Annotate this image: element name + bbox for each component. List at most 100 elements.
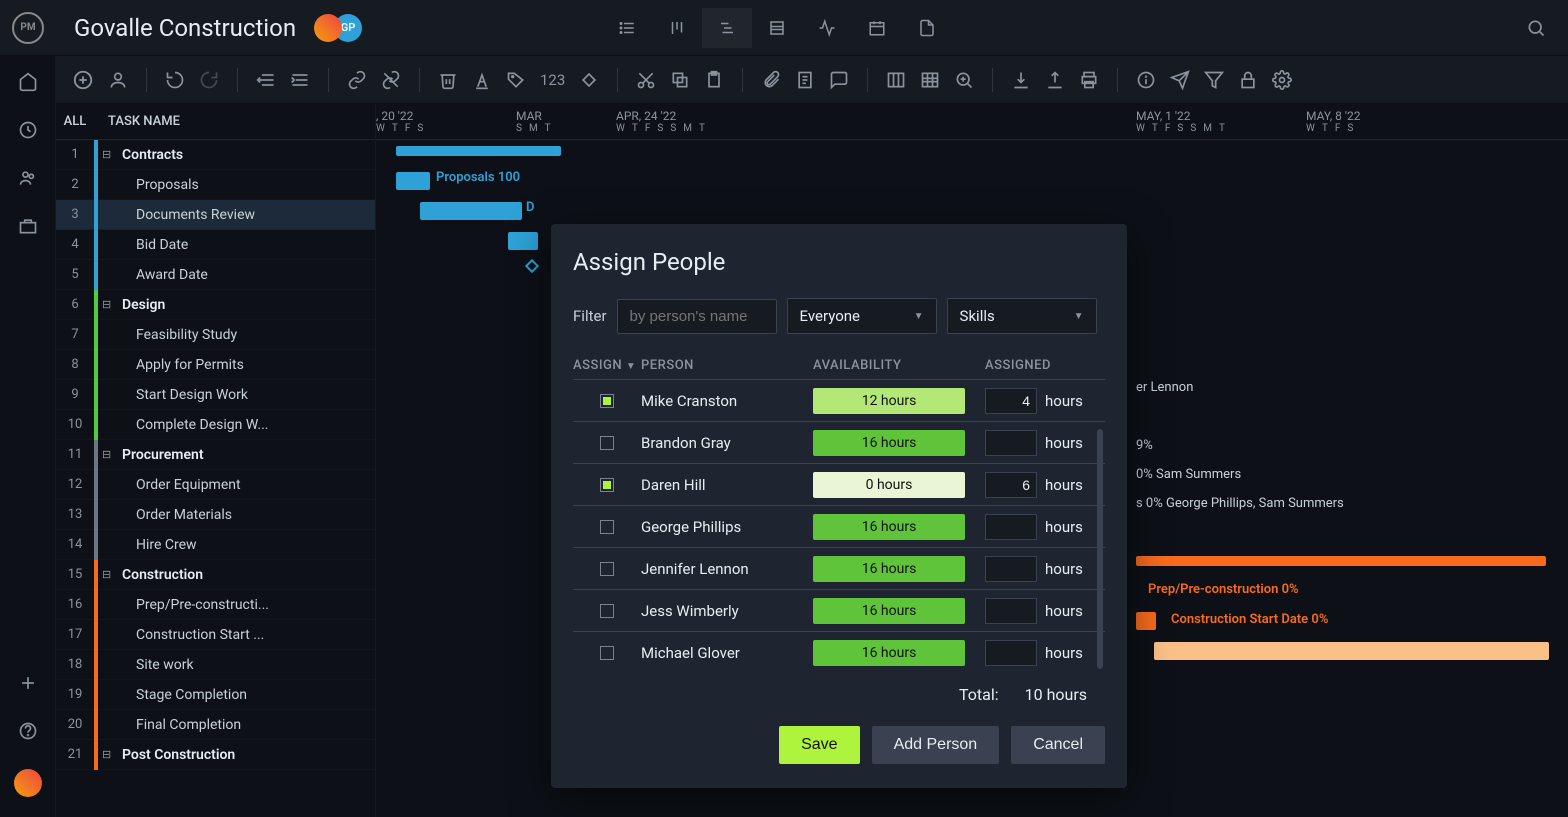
- home-icon[interactable]: [18, 72, 38, 92]
- gantt-bar[interactable]: [1154, 642, 1549, 660]
- gantt-bar[interactable]: [420, 202, 522, 220]
- task-row[interactable]: 15⊟Construction: [56, 560, 375, 590]
- person-icon[interactable]: [108, 70, 128, 90]
- col-assigned[interactable]: ASSIGNED: [985, 358, 1105, 373]
- print-icon[interactable]: [1079, 70, 1099, 90]
- redo-icon[interactable]: [199, 70, 219, 90]
- task-row[interactable]: 9Start Design Work: [56, 380, 375, 410]
- view-calendar-icon[interactable]: [852, 8, 902, 48]
- undo-icon[interactable]: [165, 70, 185, 90]
- task-row[interactable]: 3Documents Review: [56, 200, 375, 230]
- expand-icon[interactable]: ⊟: [102, 748, 116, 761]
- task-row[interactable]: 13Order Materials: [56, 500, 375, 530]
- assign-checkbox[interactable]: [600, 436, 614, 450]
- task-row[interactable]: 6⊟Design: [56, 290, 375, 320]
- gantt-bar[interactable]: [1136, 612, 1156, 630]
- expand-icon[interactable]: ⊟: [102, 568, 116, 581]
- search-icon[interactable]: [1516, 18, 1556, 38]
- cut-icon[interactable]: [636, 70, 656, 90]
- hours-input[interactable]: [985, 514, 1037, 540]
- col-assign[interactable]: ASSIGN ▼: [573, 358, 641, 373]
- columns-icon[interactable]: [886, 70, 906, 90]
- avatar-icon[interactable]: [314, 14, 342, 42]
- attach-icon[interactable]: [761, 70, 781, 90]
- assign-checkbox[interactable]: [600, 394, 614, 408]
- app-logo[interactable]: PM: [12, 12, 44, 44]
- hours-input[interactable]: [985, 598, 1037, 624]
- assign-checkbox[interactable]: [600, 604, 614, 618]
- hours-input[interactable]: [985, 388, 1037, 414]
- avatar-group[interactable]: GP: [314, 14, 362, 42]
- diamond-icon[interactable]: [579, 70, 599, 90]
- unlink-icon[interactable]: [381, 70, 401, 90]
- task-row[interactable]: 10Complete Design W...: [56, 410, 375, 440]
- trash-icon[interactable]: [438, 70, 458, 90]
- people-icon[interactable]: [18, 168, 38, 188]
- task-row[interactable]: 16Prep/Pre-constructi...: [56, 590, 375, 620]
- view-sheet-icon[interactable]: [752, 8, 802, 48]
- assign-checkbox[interactable]: [600, 646, 614, 660]
- filter-everyone-select[interactable]: Everyone▼: [787, 298, 937, 334]
- help-icon[interactable]: [18, 721, 38, 741]
- task-row[interactable]: 11⊟Procurement: [56, 440, 375, 470]
- filter-input[interactable]: [617, 299, 777, 334]
- task-list[interactable]: ALL TASK NAME 1⊟Contracts2Proposals3Docu…: [56, 104, 376, 817]
- task-row[interactable]: 21⊟Post Construction: [56, 740, 375, 770]
- clock-icon[interactable]: [18, 120, 38, 140]
- task-row[interactable]: 5Award Date: [56, 260, 375, 290]
- filter-icon[interactable]: [1204, 70, 1224, 90]
- expand-icon[interactable]: ⊟: [102, 148, 116, 161]
- task-row[interactable]: 12Order Equipment: [56, 470, 375, 500]
- task-row[interactable]: 2Proposals: [56, 170, 375, 200]
- view-board-icon[interactable]: [652, 8, 702, 48]
- task-row[interactable]: 4Bid Date: [56, 230, 375, 260]
- hours-input[interactable]: [985, 556, 1037, 582]
- hours-input[interactable]: [985, 472, 1037, 498]
- expand-icon[interactable]: ⊟: [102, 448, 116, 461]
- task-row[interactable]: 14Hire Crew: [56, 530, 375, 560]
- task-row[interactable]: 8Apply for Permits: [56, 350, 375, 380]
- column-taskname[interactable]: TASK NAME: [98, 114, 180, 129]
- task-row[interactable]: 18Site work: [56, 650, 375, 680]
- cancel-button[interactable]: Cancel: [1011, 726, 1105, 764]
- import-icon[interactable]: [1011, 70, 1031, 90]
- plus-circle-icon[interactable]: [72, 69, 94, 91]
- note-icon[interactable]: [795, 70, 815, 90]
- view-activity-icon[interactable]: [802, 8, 852, 48]
- assign-checkbox[interactable]: [600, 562, 614, 576]
- task-row[interactable]: 17Construction Start ...: [56, 620, 375, 650]
- paste-icon[interactable]: [704, 70, 724, 90]
- hours-input[interactable]: [985, 640, 1037, 666]
- hours-input[interactable]: [985, 430, 1037, 456]
- view-list-icon[interactable]: [602, 8, 652, 48]
- task-row[interactable]: 7Feasibility Study: [56, 320, 375, 350]
- grid-icon[interactable]: [920, 70, 940, 90]
- tag-icon[interactable]: [506, 70, 526, 90]
- send-icon[interactable]: [1170, 70, 1190, 90]
- expand-icon[interactable]: ⊟: [102, 298, 116, 311]
- text-color-icon[interactable]: [472, 70, 492, 90]
- filter-skills-select[interactable]: Skills▼: [947, 298, 1097, 334]
- export-icon[interactable]: [1045, 70, 1065, 90]
- gear-icon[interactable]: [1272, 70, 1292, 90]
- copy-icon[interactable]: [670, 70, 690, 90]
- add-person-button[interactable]: Add Person: [872, 726, 1000, 764]
- add-icon[interactable]: [18, 673, 38, 693]
- gantt-bar[interactable]: [1136, 556, 1546, 566]
- outdent-icon[interactable]: [256, 70, 276, 90]
- col-person[interactable]: PERSON: [641, 358, 813, 373]
- link-icon[interactable]: [347, 70, 367, 90]
- lock-icon[interactable]: [1238, 70, 1258, 90]
- col-availability[interactable]: AVAILABILITY: [813, 358, 985, 373]
- assign-checkbox[interactable]: [600, 520, 614, 534]
- view-file-icon[interactable]: [902, 8, 952, 48]
- gantt-bar[interactable]: [396, 146, 561, 156]
- gantt-bar[interactable]: [508, 232, 538, 250]
- column-all[interactable]: ALL: [56, 114, 94, 129]
- indent-icon[interactable]: [290, 70, 310, 90]
- user-avatar[interactable]: [14, 769, 42, 797]
- save-button[interactable]: Save: [779, 726, 859, 764]
- task-row[interactable]: 1⊟Contracts: [56, 140, 375, 170]
- scrollbar[interactable]: [1097, 429, 1103, 669]
- milestone-diamond-icon[interactable]: [524, 258, 540, 274]
